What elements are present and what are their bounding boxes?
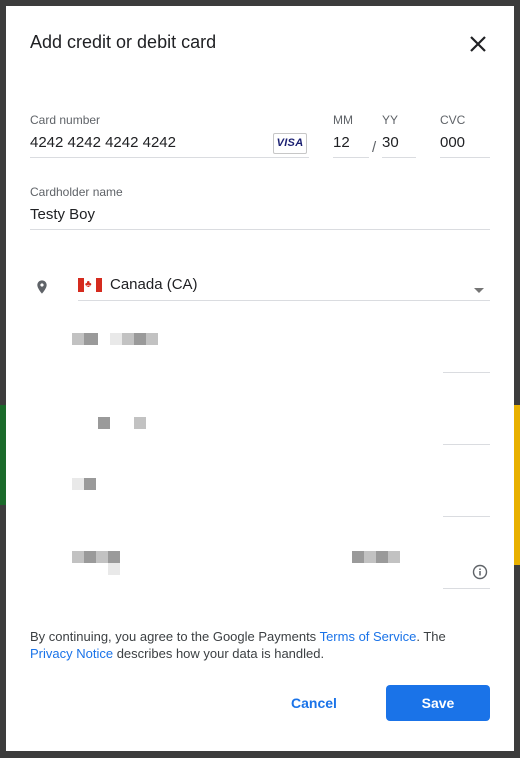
cvc-input[interactable]: 000 [440,134,465,151]
add-card-dialog: Add credit or debit card Card number 424… [6,6,514,751]
close-button[interactable] [466,32,490,56]
location-pin-icon [37,280,47,294]
expiry-separator: / [372,139,377,156]
expiry-month-underline [333,157,369,158]
province-field[interactable] [66,544,296,584]
canada-flag-icon: ♣ [78,278,102,292]
dropdown-caret-icon[interactable] [474,288,484,293]
cardholder-name-input[interactable]: Testy Boy [30,206,95,223]
close-icon [470,36,486,52]
expiry-year-input[interactable]: 30 [382,134,399,151]
card-number-label: Card number [30,113,101,127]
backdrop-right-strip [514,405,520,565]
save-button[interactable]: Save [386,685,490,721]
terms-of-service-link[interactable]: Terms of Service [320,629,417,644]
expiry-year-label: YY [382,113,399,127]
card-number-input[interactable]: 4242 4242 4242 4242 [30,134,176,151]
terms-text-before: By continuing, you agree to the Google P… [30,629,320,644]
terms-text-after: describes how your data is handled. [113,646,325,661]
visa-icon: VISA [273,133,307,154]
country-select[interactable]: Canada (CA) [110,276,198,293]
card-number-underline [30,157,309,158]
info-icon[interactable] [472,564,488,580]
cancel-button[interactable]: Cancel [276,686,352,720]
postal-code-field[interactable] [346,544,446,584]
terms-text-middle: . The [416,629,446,644]
cardholder-name-label: Cardholder name [30,185,123,199]
cardholder-name-underline [30,229,490,230]
country-select-underline [78,300,490,301]
privacy-notice-link[interactable]: Privacy Notice [30,646,113,661]
postal-code-underline [443,588,490,589]
expiry-month-input[interactable]: 12 [333,134,350,151]
cvc-underline [440,157,490,158]
city-underline [443,516,490,517]
address-line-1-underline [443,372,490,373]
cvc-label: CVC [440,113,466,127]
address-line-2-underline [443,444,490,445]
address-line-2-field[interactable] [66,406,490,446]
expiry-month-label: MM [333,113,353,127]
dialog-title: Add credit or debit card [30,32,217,52]
city-field[interactable] [66,471,490,516]
address-line-1-field[interactable] [66,326,490,374]
terms-notice: By continuing, you agree to the Google P… [30,628,490,662]
expiry-year-underline [382,157,416,158]
